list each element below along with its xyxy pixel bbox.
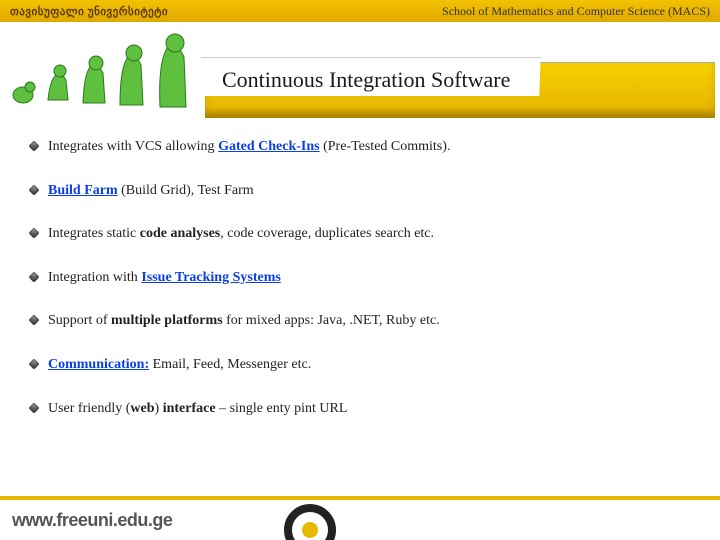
link-build-farm[interactable]: Build Farm bbox=[48, 183, 118, 198]
bullet-text: User friendly (web) interface – single e… bbox=[48, 399, 347, 419]
bullet-item: Build Farm (Build Grid), Test Farm bbox=[30, 181, 690, 201]
bullet-text: Support of multiple platforms for mixed … bbox=[48, 311, 440, 331]
header-bar: თავისუფალი უნივერსიტეტი School of Mathem… bbox=[0, 0, 720, 22]
bullet-item: Integration with Issue Tracking Systems bbox=[30, 268, 690, 288]
bullet-dot-icon bbox=[28, 271, 39, 282]
bullet-text: Integration with Issue Tracking Systems bbox=[48, 268, 281, 288]
bullet-text: Integrates static code analyses, code co… bbox=[48, 224, 434, 244]
title-area: Continuous Integration Software bbox=[0, 27, 720, 117]
bullet-dot-icon bbox=[28, 315, 39, 326]
footer-graphic-icon bbox=[280, 500, 340, 540]
bullet-item: Integrates with VCS allowing Gated Check… bbox=[30, 137, 690, 157]
bullet-item: User friendly (web) interface – single e… bbox=[30, 399, 690, 419]
university-name: თავისუფალი უნივერსიტეტი bbox=[10, 5, 168, 18]
link-gated-checkins[interactable]: Gated Check-Ins bbox=[218, 139, 320, 154]
bullet-item: Communication: Email, Feed, Messenger et… bbox=[30, 355, 690, 375]
bullet-text: Build Farm (Build Grid), Test Farm bbox=[48, 181, 254, 201]
slide-title: Continuous Integration Software bbox=[222, 67, 510, 93]
footer-bar: www.freeuni.edu.ge bbox=[0, 496, 720, 540]
bullet-dot-icon bbox=[28, 358, 39, 369]
bullet-dot-icon bbox=[28, 228, 39, 239]
bullet-dot-icon bbox=[28, 184, 39, 195]
footer-url: www.freeuni.edu.ge bbox=[12, 510, 172, 531]
link-issue-tracking[interactable]: Issue Tracking Systems bbox=[141, 270, 281, 285]
school-name: School of Mathematics and Computer Scien… bbox=[442, 4, 710, 19]
evolution-image bbox=[8, 25, 203, 110]
bullet-text: Integrates with VCS allowing Gated Check… bbox=[48, 137, 450, 157]
bullet-item: Integrates static code analyses, code co… bbox=[30, 224, 690, 244]
bullet-dot-icon bbox=[28, 402, 39, 413]
bullet-dot-icon bbox=[28, 140, 39, 151]
bullet-text: Communication: Email, Feed, Messenger et… bbox=[48, 355, 311, 375]
link-communication[interactable]: Communication: bbox=[48, 357, 149, 372]
bullet-item: Support of multiple platforms for mixed … bbox=[30, 311, 690, 331]
content-area: Integrates with VCS allowing Gated Check… bbox=[0, 117, 720, 418]
